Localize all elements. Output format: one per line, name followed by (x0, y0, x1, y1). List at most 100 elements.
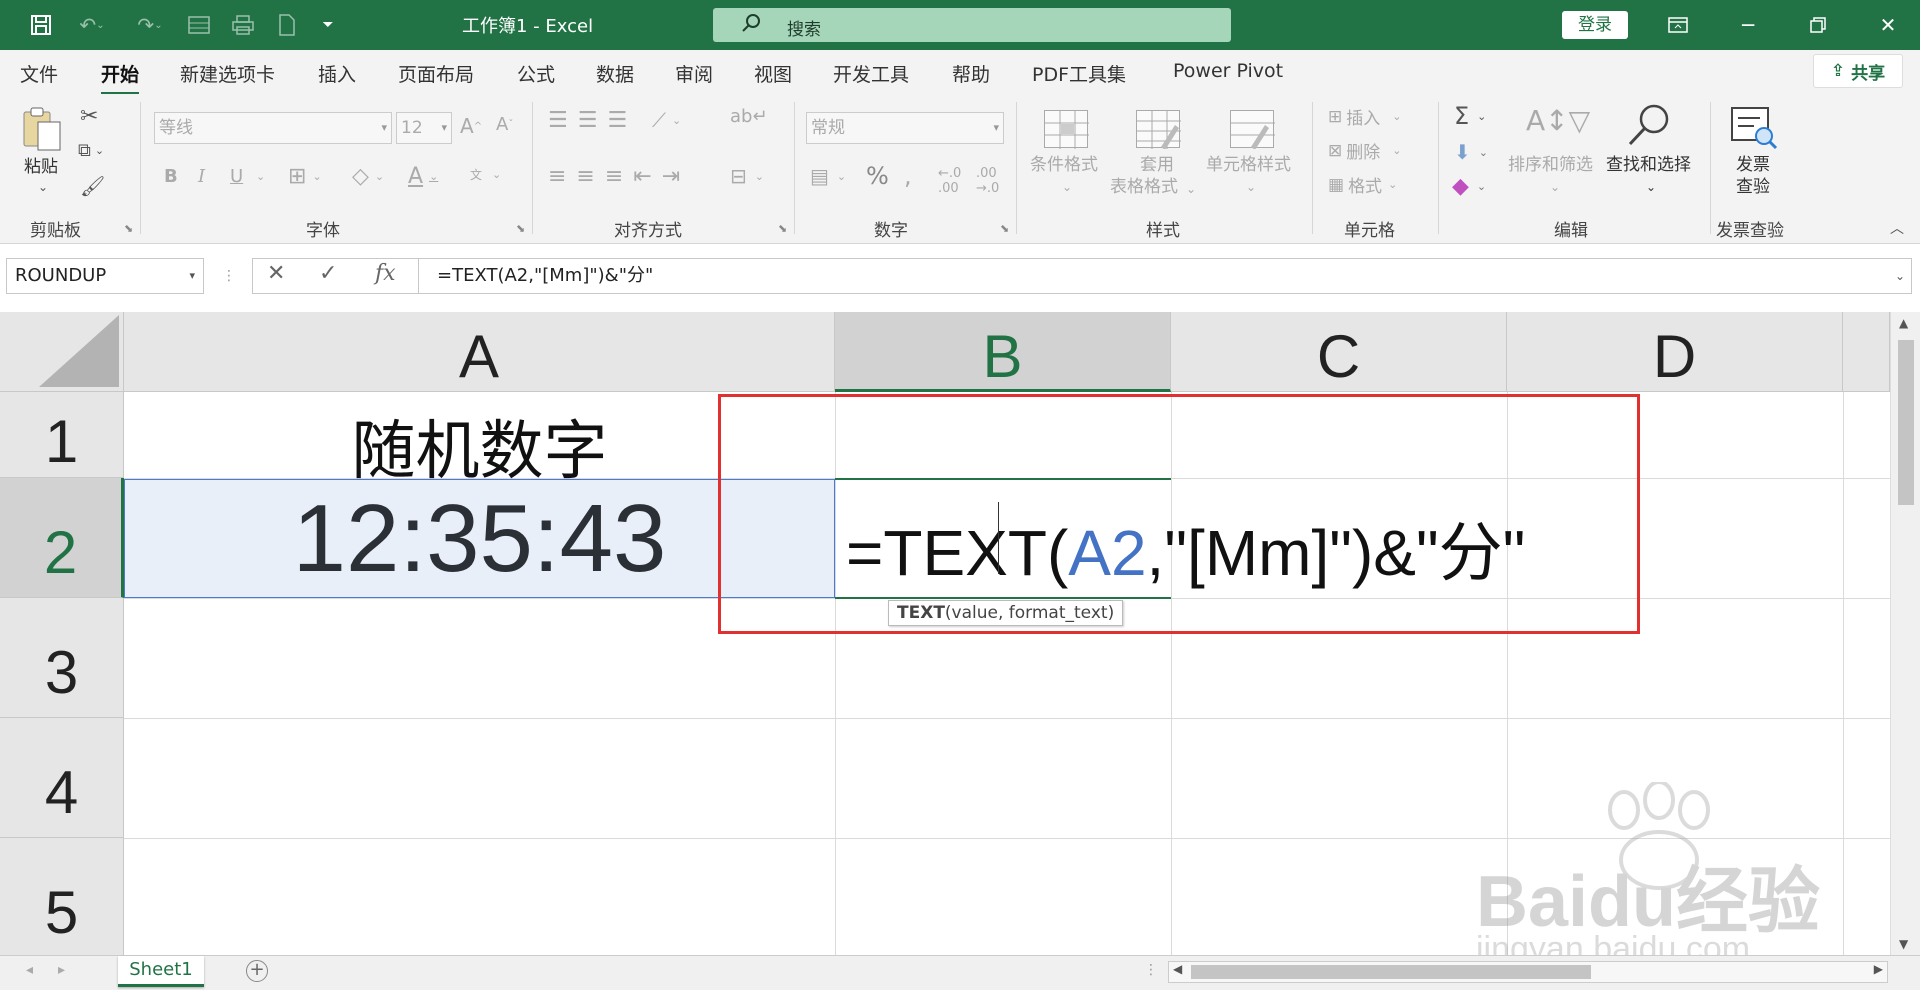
ribbon-display-options-icon[interactable] (1650, 0, 1706, 50)
confirm-entry-icon[interactable]: ✓ (319, 261, 337, 286)
format-cells-button[interactable]: ▦ 格式 ⌄ (1328, 172, 1397, 198)
wrap-text-icon[interactable]: ab↵ (730, 106, 768, 127)
increase-font-icon[interactable]: A ^ (460, 114, 482, 138)
row-header-3[interactable]: 3 (0, 598, 124, 718)
tab-split-handle-icon[interactable]: ⋮ (1144, 962, 1158, 978)
number-format-box[interactable]: 常规 ▾ (806, 112, 1004, 144)
scroll-down-icon[interactable]: ▼ (1899, 937, 1908, 951)
formula-bar-grip-icon[interactable]: ⋮ (222, 268, 236, 284)
column-header-b[interactable]: B (835, 312, 1171, 392)
underline-dropdown-icon[interactable]: ⌄ (256, 170, 265, 183)
invoice-check-line1[interactable]: 发票 (1736, 154, 1770, 176)
orientation-icon[interactable]: ⟋ ⌄ (652, 108, 681, 132)
select-all-button[interactable] (0, 312, 124, 392)
cell-styles-dropdown-icon[interactable]: ⌄ (1246, 176, 1256, 198)
tab-developer[interactable]: 开发工具 (833, 60, 909, 87)
formula-input[interactable]: =TEXT(A2,"[Mm]")&"分" ⌄ (418, 258, 1912, 294)
font-size-box[interactable]: 12 ▾ (396, 112, 452, 144)
redo-icon[interactable]: ↷ ⌄ (128, 10, 172, 40)
conditional-format-dropdown-icon[interactable]: ⌄ (1062, 176, 1072, 198)
sort-filter-button[interactable]: 排序和筛选 (1508, 154, 1593, 176)
accounting-format-icon[interactable]: ▤ ⌄ (810, 164, 846, 188)
sort-filter-dropdown-icon[interactable]: ⌄ (1550, 176, 1560, 198)
row-header-4[interactable]: 4 (0, 718, 124, 838)
minimize-icon[interactable]: ─ (1720, 0, 1776, 50)
increase-decimal-icon[interactable]: ←.0.00 (938, 166, 961, 196)
invoice-check-button[interactable]: 查验 (1736, 176, 1770, 198)
insert-function-icon[interactable]: fx (375, 261, 396, 286)
share-button[interactable]: ⇪ 共享 (1813, 54, 1903, 88)
scroll-left-icon[interactable]: ◀ (1173, 962, 1182, 976)
tab-insert[interactable]: 插入 (318, 60, 356, 87)
alignment-launcher-icon[interactable]: ⬊ (778, 222, 787, 235)
copy-icon[interactable]: ⧉ ⌄ (78, 140, 104, 161)
tab-formulas[interactable]: 公式 (517, 60, 555, 87)
tab-page-layout[interactable]: 页面布局 (398, 60, 474, 87)
horizontal-scrollbar[interactable]: ◀ ▶ (1168, 961, 1888, 983)
fill-color-icon[interactable]: ◇ ⌄ (352, 164, 384, 189)
paste-icon[interactable] (20, 106, 64, 154)
customize-toolbar-icon[interactable]: ⏷ (316, 10, 340, 40)
phonetic-icon[interactable]: 文 ⌄ (470, 166, 501, 183)
scroll-right-icon[interactable]: ▶ (1874, 962, 1883, 976)
collapse-ribbon-icon[interactable]: ︿ (1890, 218, 1904, 238)
horizontal-scroll-thumb[interactable] (1191, 965, 1591, 979)
tab-power-pivot[interactable]: Power Pivot (1173, 60, 1283, 82)
paste-dropdown-icon[interactable]: ⌄ (38, 180, 48, 194)
cancel-entry-icon[interactable]: ✕ (267, 261, 285, 286)
tab-home[interactable]: 开始 (101, 60, 140, 95)
find-select-dropdown-icon[interactable]: ⌄ (1646, 176, 1656, 198)
row-header-1[interactable]: 1 (0, 392, 124, 478)
number-launcher-icon[interactable]: ⬊ (1000, 222, 1009, 235)
row-header-2[interactable]: 2 (0, 478, 124, 598)
name-box[interactable]: ROUNDUP ▾ (6, 258, 204, 294)
save-icon[interactable] (26, 10, 56, 40)
column-header-d[interactable]: D (1507, 312, 1843, 392)
find-select-button[interactable]: 查找和选择 (1606, 154, 1691, 176)
next-sheet-icon[interactable]: ▸ (58, 962, 65, 978)
tab-review[interactable]: 审阅 (675, 60, 713, 87)
decrease-font-icon[interactable]: Aˇ (496, 114, 513, 135)
delete-cells-button[interactable]: ⊠ 删除 ⌄ (1328, 138, 1401, 164)
prev-sheet-icon[interactable]: ◂ (26, 962, 33, 978)
table-format-dropdown-icon[interactable]: ⌄ (1186, 178, 1196, 200)
table-format-line1[interactable]: 套用 (1140, 154, 1174, 176)
login-button[interactable]: 登录 (1562, 11, 1628, 39)
underline-button[interactable]: U (230, 166, 243, 187)
vertical-scroll-thumb[interactable] (1898, 340, 1914, 505)
comma-style-icon[interactable]: , (904, 162, 912, 190)
cut-icon[interactable]: ✂ (80, 104, 98, 129)
table-format-button[interactable]: 表格格式 (1110, 176, 1178, 198)
merge-center-icon[interactable]: ⊟ ⌄ (730, 164, 764, 188)
horizontal-align-icons[interactable]: ≡≡≡⇤⇥ (548, 164, 690, 189)
column-header-a[interactable]: A (124, 312, 835, 392)
vertical-align-icons[interactable]: ☰☰☰ (548, 108, 637, 133)
conditional-format-button[interactable]: 条件格式 (1030, 154, 1098, 176)
tab-help[interactable]: 帮助 (952, 60, 990, 87)
tab-file[interactable]: 文件 (20, 60, 58, 87)
paste-button[interactable]: 粘贴 (24, 156, 58, 178)
format-painter-icon[interactable]: 🖌 (80, 174, 105, 198)
column-header-e[interactable] (1843, 312, 1890, 392)
restore-icon[interactable] (1790, 0, 1846, 50)
add-sheet-icon[interactable]: + (246, 960, 268, 982)
percent-button[interactable]: % (866, 162, 889, 190)
font-name-box[interactable]: 等线 ▾ (154, 112, 392, 144)
search-box[interactable]: 搜索 (713, 8, 1231, 42)
row-header-5[interactable]: 5 (0, 838, 124, 955)
form-icon[interactable] (184, 10, 214, 40)
scroll-up-icon[interactable]: ▲ (1899, 316, 1908, 330)
insert-cells-button[interactable]: ⊞ 插入 ⌄ (1328, 104, 1401, 130)
close-icon[interactable]: ✕ (1860, 0, 1916, 50)
font-launcher-icon[interactable]: ⬊ (516, 222, 525, 235)
undo-icon[interactable]: ↶ ⌄ (70, 10, 114, 40)
clear-icon[interactable]: ◆ ⌄ (1452, 174, 1486, 199)
decrease-decimal-icon[interactable]: .00 →.0 (976, 166, 999, 196)
autosum-icon[interactable]: Σ ⌄ (1454, 102, 1486, 130)
sheet-tab-sheet1[interactable]: Sheet1 (118, 956, 204, 987)
italic-button[interactable]: I (198, 166, 205, 187)
font-color-icon[interactable]: A ⌄ (408, 164, 438, 189)
cell-styles-button[interactable]: 单元格样式 (1206, 154, 1291, 176)
tab-view[interactable]: 视图 (754, 60, 792, 87)
bold-button[interactable]: B (164, 166, 178, 187)
